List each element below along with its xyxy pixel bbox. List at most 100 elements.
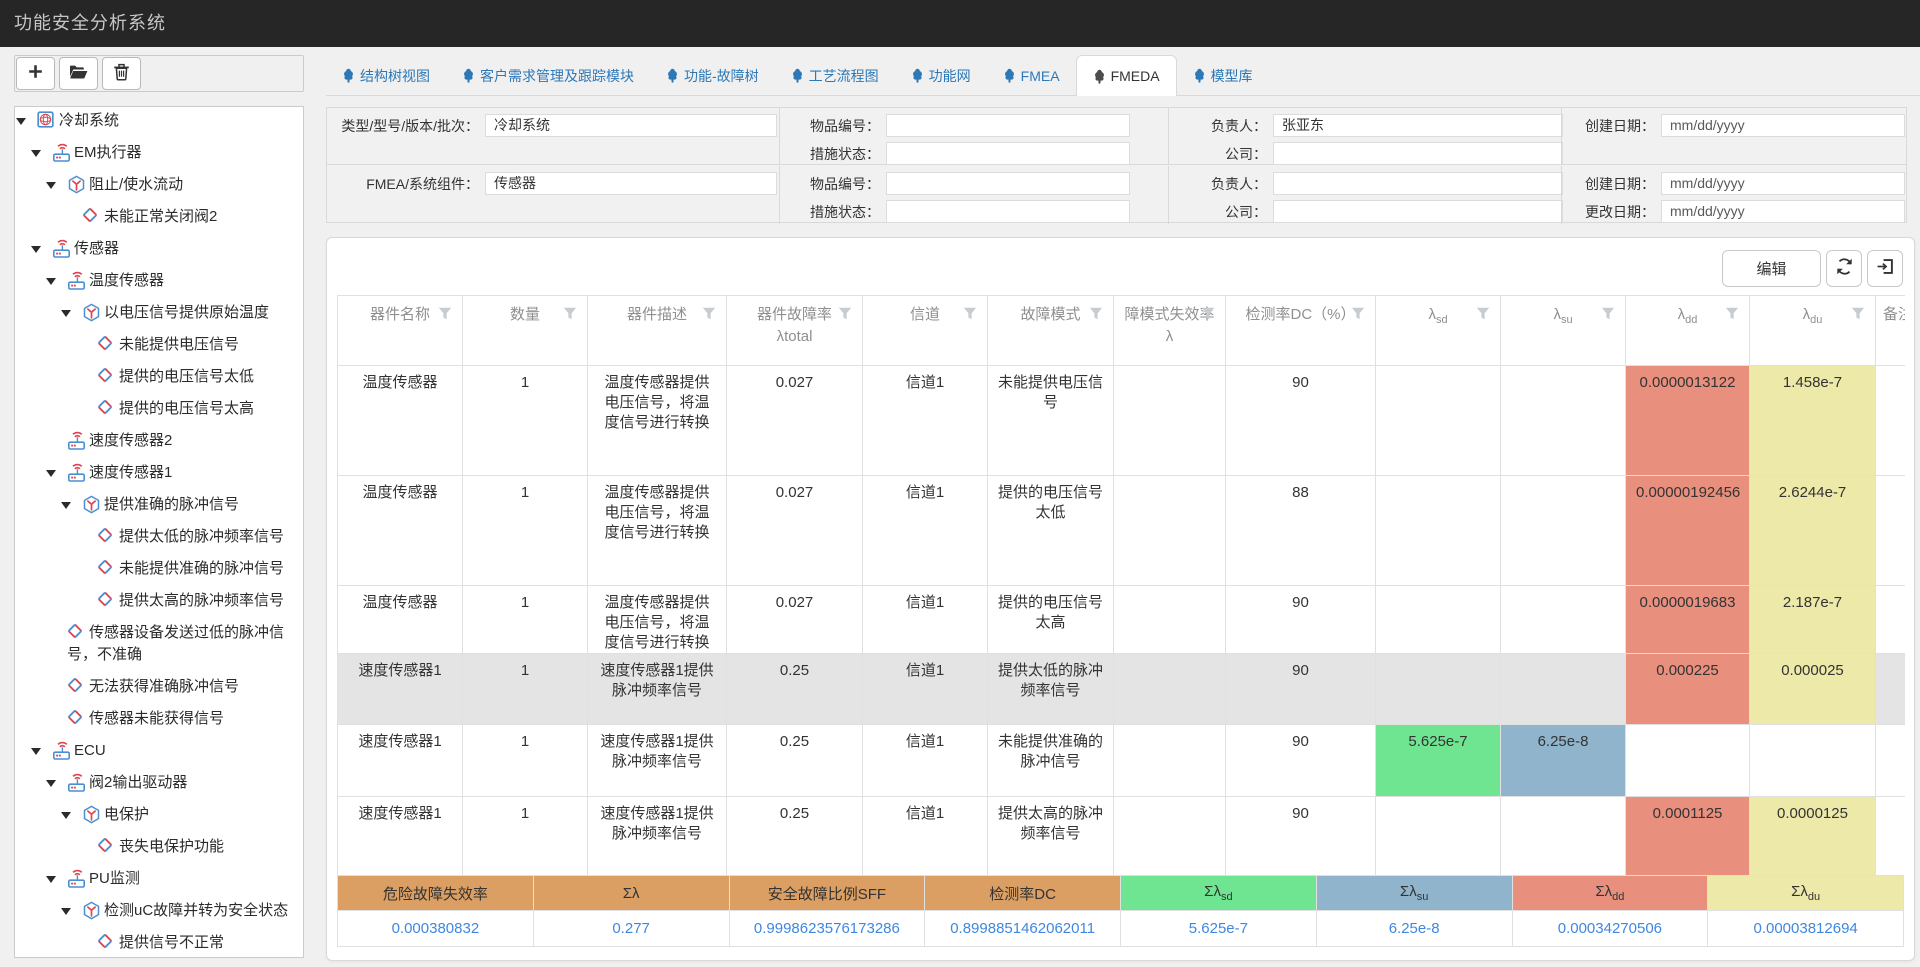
table-row[interactable]: 速度传感器11速度传感器1提供脉冲频率信号0.25信道1提供太低的脉冲频率信号9… (338, 654, 1906, 725)
field-input[interactable] (1273, 200, 1563, 223)
expand-arrow-icon[interactable] (61, 310, 71, 317)
table-cell: 0.25 (727, 725, 863, 797)
tab-功能网[interactable]: 功能网 (895, 55, 987, 96)
table-cell: 1 (463, 654, 588, 725)
tree-node[interactable]: 提供信号不正常 (15, 927, 303, 958)
expand-arrow-icon[interactable] (16, 118, 26, 125)
summary-bar: 危险故障失效率Σλ安全故障比例SFF检测率DCΣλsdΣλsuΣλddΣλdu … (337, 875, 1904, 947)
column-label: λ (1678, 306, 1686, 323)
open-button[interactable] (59, 57, 98, 90)
field-input[interactable]: mm/dd/yyyy (1661, 114, 1905, 137)
tree-node[interactable]: 速度传感器2 (15, 425, 303, 457)
tree-node[interactable]: 提供的电压信号太低 (15, 361, 303, 393)
tab-功能-故障树[interactable]: 功能-故障树 (650, 55, 775, 96)
table-row[interactable]: 温度传感器1温度传感器提供电压信号，将温度信号进行转换0.027信道1未能提供电… (338, 366, 1906, 476)
column-header: 备注 (1876, 296, 1906, 366)
expand-arrow-icon[interactable] (61, 812, 71, 819)
filter-icon[interactable] (838, 305, 852, 327)
field-input[interactable] (886, 200, 1130, 223)
table-cell (1750, 725, 1876, 797)
tree-node[interactable]: 传感器设备发送过低的脉冲信号，不准确 (15, 617, 303, 671)
filter-icon[interactable] (1201, 305, 1215, 327)
filter-icon[interactable] (1601, 305, 1615, 327)
field-label: 物品编号： (780, 116, 880, 136)
field-input[interactable]: mm/dd/yyyy (1661, 200, 1905, 223)
expand-arrow-icon[interactable] (46, 876, 56, 883)
system-icon (37, 111, 55, 129)
filter-icon[interactable] (563, 305, 577, 327)
table-cell: 0.00000192456 (1626, 476, 1750, 586)
refresh-button[interactable] (1826, 250, 1862, 287)
tab-结构树视图[interactable]: 结构树视图 (326, 55, 446, 96)
tree-node[interactable]: 未能提供电压信号 (15, 329, 303, 361)
tab-工艺流程图[interactable]: 工艺流程图 (775, 55, 895, 96)
table-row[interactable]: 速度传感器11速度传感器1提供脉冲频率信号0.25信道1未能提供准确的脉冲信号9… (338, 725, 1906, 797)
table-row[interactable]: 温度传感器1温度传感器提供电压信号，将温度信号进行转换0.027信道1提供的电压… (338, 476, 1906, 586)
tree-node[interactable]: 提供太高的脉冲频率信号 (15, 585, 303, 617)
expand-arrow-icon[interactable] (46, 278, 56, 285)
filter-icon[interactable] (1089, 305, 1103, 327)
tree-node[interactable]: 阻止/使水流动 (15, 169, 303, 201)
table-row[interactable]: 温度传感器1温度传感器提供电压信号，将温度信号进行转换0.027信道1提供的电压… (338, 586, 1906, 654)
tree-node[interactable]: PU监测 (15, 863, 303, 895)
field-input[interactable] (886, 142, 1130, 165)
tree-node[interactable]: 无法获得准确脉冲信号 (15, 671, 303, 703)
form-field: 创建日期：mm/dd/yyyy (1562, 114, 1908, 137)
expand-arrow-icon[interactable] (61, 502, 71, 509)
tree-node[interactable]: 冷却系统 (15, 106, 303, 137)
expand-arrow-icon[interactable] (46, 780, 56, 787)
tree-node[interactable]: ECU (15, 735, 303, 767)
field-label: 措施状态： (780, 202, 880, 222)
edit-button[interactable]: 编辑 (1722, 250, 1821, 287)
tree-node[interactable]: 传感器未能获得信号 (15, 703, 303, 735)
field-input[interactable]: mm/dd/yyyy (1661, 172, 1905, 195)
field-input[interactable] (1273, 172, 1563, 195)
table-cell: 88 (1226, 476, 1376, 586)
failure-icon (82, 207, 100, 225)
tab-客户需求管理及跟踪模块[interactable]: 客户需求管理及跟踪模块 (446, 55, 650, 96)
tree-node[interactable]: 速度传感器1 (15, 457, 303, 489)
expand-arrow-icon[interactable] (31, 150, 41, 157)
filter-icon[interactable] (1851, 305, 1865, 327)
tree-node[interactable]: 丧失电保护功能 (15, 831, 303, 863)
tree-node[interactable]: 阀2输出驱动器 (15, 767, 303, 799)
filter-icon[interactable] (438, 305, 452, 327)
expand-arrow-icon[interactable] (46, 470, 56, 477)
filter-icon[interactable] (1476, 305, 1490, 327)
tab-fmea[interactable]: FMEA (987, 55, 1076, 96)
filter-icon[interactable] (702, 305, 716, 327)
table-row[interactable]: 速度传感器11速度传感器1提供脉冲频率信号0.25信道1提供太高的脉冲频率信号9… (338, 797, 1906, 876)
expand-arrow-icon[interactable] (31, 748, 41, 755)
tab-模型库[interactable]: 模型库 (1177, 55, 1269, 96)
tree-node[interactable]: 提供的电压信号太高 (15, 393, 303, 425)
tree-node[interactable]: 传感器 (15, 233, 303, 265)
field-input[interactable]: 张亚东 (1273, 114, 1563, 137)
field-input[interactable]: 冷却系统 (485, 114, 777, 137)
field-input[interactable] (886, 114, 1130, 137)
add-node-button[interactable] (16, 57, 55, 90)
expand-arrow-icon[interactable] (31, 246, 41, 253)
filter-icon[interactable] (963, 305, 977, 327)
tree-node[interactable]: EM执行器 (15, 137, 303, 169)
filter-icon[interactable] (1351, 305, 1365, 327)
delete-button[interactable] (102, 57, 141, 90)
filter-icon[interactable] (1725, 305, 1739, 327)
tree-node[interactable]: 未能正常关闭阀2 (15, 201, 303, 233)
tree-node[interactable]: 以电压信号提供原始温度 (15, 297, 303, 329)
field-input[interactable] (1273, 142, 1563, 165)
tree-node[interactable]: 提供太低的脉冲频率信号 (15, 521, 303, 553)
expand-arrow-icon[interactable] (46, 182, 56, 189)
tree-node[interactable]: 电保护 (15, 799, 303, 831)
export-button[interactable] (1867, 250, 1903, 287)
summary-header-subscript: du (1808, 891, 1820, 903)
field-input[interactable] (886, 172, 1130, 195)
tree-node[interactable]: 检测uC故障并转为安全状态 (15, 895, 303, 927)
tree-node-label: 传感器 (74, 240, 119, 257)
tab-fmeda[interactable]: FMEDA (1076, 55, 1177, 96)
tree-node[interactable]: 未能提供准确的脉冲信号 (15, 553, 303, 585)
field-input[interactable]: 传感器 (485, 172, 777, 195)
tree-node[interactable]: 提供准确的脉冲信号 (15, 489, 303, 521)
field-label: 措施状态： (780, 144, 880, 164)
tree-node[interactable]: 温度传感器 (15, 265, 303, 297)
expand-arrow-icon[interactable] (61, 908, 71, 915)
